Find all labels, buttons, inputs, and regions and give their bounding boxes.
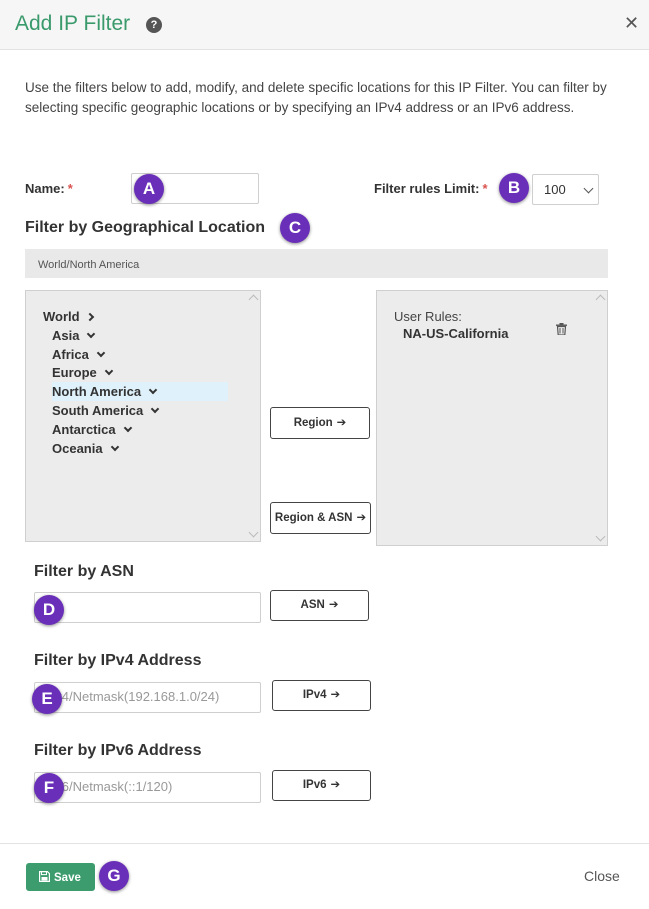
ipv4-button[interactable]: IPv4 ➔: [272, 680, 371, 711]
chevron-down-icon: [104, 366, 114, 376]
close-icon[interactable]: ✕: [624, 13, 639, 33]
chevron-down-icon: [583, 183, 594, 194]
scroll-up-icon[interactable]: [248, 294, 259, 305]
tree-item-north-america[interactable]: North America: [52, 382, 228, 401]
scroll-down-icon[interactable]: [248, 527, 259, 538]
breadcrumb: World/North America: [25, 249, 608, 278]
filter-rules-limit-label: Filter rules Limit: *: [374, 181, 488, 196]
close-link[interactable]: Close: [584, 868, 620, 884]
save-icon: [39, 871, 50, 882]
marker-a: A: [134, 174, 164, 204]
filter-rules-limit-select[interactable]: 100: [532, 174, 599, 205]
chevron-down-icon: [123, 423, 132, 433]
tree-item-world[interactable]: World: [43, 309, 94, 324]
tree-item-asia[interactable]: Asia: [52, 328, 96, 343]
save-button[interactable]: Save: [26, 863, 95, 891]
scroll-down-icon[interactable]: [595, 531, 606, 542]
region-button[interactable]: Region ➔: [270, 407, 370, 439]
ipv4-heading: Filter by IPv4 Address: [34, 652, 202, 669]
marker-b: B: [499, 173, 529, 203]
arrow-right-icon: ➔: [330, 689, 341, 701]
marker-f: F: [34, 773, 64, 803]
ipv6-input[interactable]: IPv6/Netmask(::1/120): [34, 772, 261, 803]
tree-item-antarctica[interactable]: Antarctica: [52, 422, 132, 437]
chevron-down-icon: [110, 442, 119, 452]
ipv6-heading: Filter by IPv6 Address: [34, 742, 202, 759]
marker-g: G: [99, 861, 129, 891]
footer-divider: [0, 843, 649, 844]
user-rule-item: NA-US-California: [403, 326, 509, 341]
help-icon[interactable]: ?: [146, 17, 162, 33]
chevron-right-icon: [85, 312, 94, 322]
ipv6-button[interactable]: IPv6 ➔: [272, 770, 371, 801]
chevron-down-icon: [151, 404, 160, 414]
tree-item-africa[interactable]: Africa: [52, 347, 106, 362]
asn-button[interactable]: ASN ➔: [270, 590, 369, 621]
marker-d: D: [34, 595, 64, 625]
arrow-right-icon: ➔: [330, 779, 341, 791]
region-asn-button[interactable]: Region & ASN ➔: [270, 502, 371, 534]
asn-heading: Filter by ASN: [34, 563, 134, 580]
user-rules-label: User Rules:: [394, 309, 462, 324]
chevron-down-icon: [148, 385, 158, 395]
intro-text: Use the filters below to add, modify, an…: [25, 80, 607, 115]
modal-title: Add IP Filter: [15, 12, 131, 35]
scroll-up-icon[interactable]: [595, 294, 606, 305]
chevron-down-icon: [96, 348, 106, 358]
trash-icon[interactable]: [556, 323, 567, 335]
name-label: Name: *: [25, 181, 73, 196]
arrow-right-icon: ➔: [356, 512, 367, 524]
arrow-right-icon: ➔: [328, 599, 339, 611]
arrow-right-icon: ➔: [336, 417, 347, 429]
ipv4-input[interactable]: IPv4/Netmask(192.168.1.0/24): [34, 682, 261, 713]
tree-item-oceania[interactable]: Oceania: [52, 441, 119, 456]
marker-e: E: [32, 684, 62, 714]
asn-input[interactable]: [34, 592, 261, 623]
chevron-down-icon: [87, 329, 96, 339]
tree-item-europe[interactable]: Europe: [52, 365, 114, 380]
geo-heading: Filter by Geographical Location: [25, 219, 266, 236]
tree-item-south-america[interactable]: South America: [52, 403, 160, 418]
marker-c: C: [280, 213, 310, 243]
